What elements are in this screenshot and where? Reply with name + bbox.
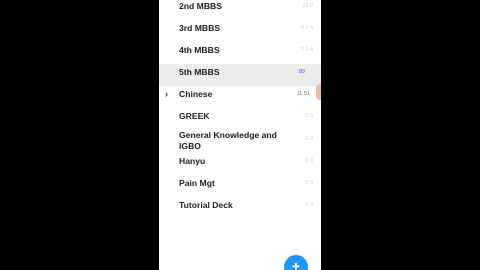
deck-row-4th-mbbs[interactable]: 4th MBBS 0 1 4 [159, 42, 321, 64]
deck-count: 0 0 [305, 136, 313, 142]
deck-count: 0 1 4 [300, 47, 313, 53]
deck-name: Tutorial Deck [179, 200, 233, 210]
deck-name: 5th MBBS [179, 67, 220, 77]
deck-row-hanyu[interactable]: Hanyu 0 0 [159, 153, 321, 175]
deck-name: 2nd MBBS [179, 1, 222, 11]
video-frame: 2nd MBBS 23 0 3rd MBBS 0 1 4 4th MBBS 0 … [0, 0, 480, 270]
deck-count: 89 [298, 69, 305, 75]
deck-count: 0 0 [305, 113, 313, 119]
deck-name: 4th MBBS [179, 45, 220, 55]
scroll-edge-marker [316, 84, 321, 100]
deck-count: 0 0 [305, 202, 313, 208]
deck-count: 23 0 [302, 3, 313, 9]
deck-row-tutorial-deck[interactable]: Tutorial Deck 0 0 [159, 197, 321, 219]
deck-row-chinese[interactable]: › Chinese 11 51 [159, 86, 321, 108]
deck-name: General Knowledge and IGBO [179, 130, 277, 151]
deck-row-5th-mbbs[interactable]: 5th MBBS 89 [159, 64, 321, 86]
deck-count: 0 0 [305, 158, 313, 164]
deck-name: Hanyu [179, 156, 206, 166]
deck-count: 0 0 [305, 180, 313, 186]
deck-count: 0 1 4 [300, 25, 313, 31]
deck-name: Chinese [179, 89, 213, 99]
deck-row-3rd-mbbs[interactable]: 3rd MBBS 0 1 4 [159, 20, 321, 42]
deck-list-screen: 2nd MBBS 23 0 3rd MBBS 0 1 4 4th MBBS 0 … [159, 0, 321, 270]
deck-name: 3rd MBBS [179, 23, 221, 33]
deck-row-general-knowledge-and-igbo[interactable]: General Knowledge and IGBO 0 0 [159, 127, 321, 154]
add-deck-button[interactable]: + [284, 255, 308, 270]
deck-name: Pain Mgt [179, 178, 215, 188]
chevron-right-icon[interactable]: › [165, 89, 168, 99]
deck-count: 11 51 [296, 91, 310, 97]
deck-row-2nd-mbbs[interactable]: 2nd MBBS 23 0 [159, 0, 321, 20]
deck-row-pain-mgt[interactable]: Pain Mgt 0 0 [159, 175, 321, 197]
deck-name: GREEK [179, 111, 210, 121]
